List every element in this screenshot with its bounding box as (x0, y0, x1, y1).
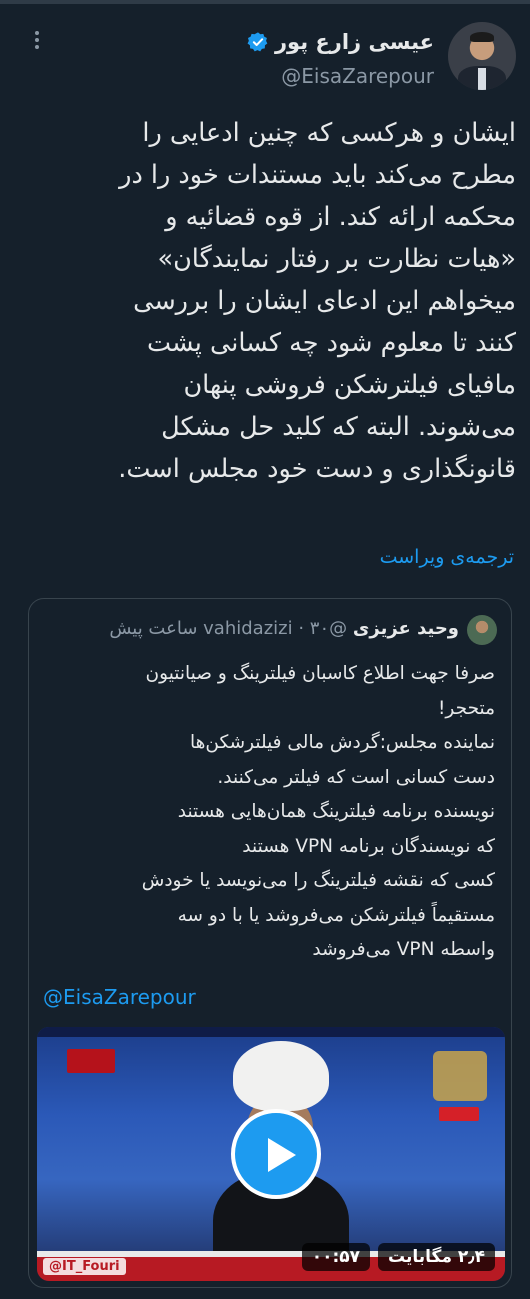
author-name-row: عیسی زارع پور (247, 30, 434, 54)
play-icon (268, 1138, 296, 1172)
channel-logo-right (433, 1051, 487, 1101)
tweet-text: ایشان و هرکسی که چنین ادعایی را مطرح می‌… (118, 118, 516, 484)
quoted-tweet-card[interactable]: وحید عزیزی @vahidazizi · ۳۰ ساعت پیش صرف… (28, 598, 512, 1288)
more-dot (35, 38, 39, 42)
quoted-tweet-text: صرفا جهت اطلاع کاسبان فیلترینگ و صیانتیو… (141, 663, 495, 960)
video-size: ۲٫۴ مگابایت (378, 1243, 495, 1271)
author-avatar[interactable] (448, 22, 516, 90)
video-source-tag: @IT_Fouri (43, 1258, 126, 1275)
author-handle[interactable]: @EisaZarepour (281, 64, 434, 88)
quoted-tweet-header: وحید عزیزی @vahidazizi · ۳۰ ساعت پیش (43, 615, 497, 647)
video-duration: ۰۰:۵۷ (301, 1243, 371, 1271)
video-stats: ۲٫۴ مگابایت ۰۰:۵۷ (301, 1243, 495, 1271)
translate-link[interactable]: ترجمه‌ی ویراست (380, 546, 514, 568)
avatar-hair (470, 32, 494, 42)
avatar-shirt (478, 68, 486, 90)
more-dot (35, 31, 39, 35)
meta-separator: · (298, 618, 305, 639)
more-dot (35, 45, 39, 49)
quoted-author-name: وحید عزیزی (352, 618, 459, 639)
more-vertical-icon[interactable] (30, 28, 44, 54)
video-top-banner (37, 1027, 505, 1037)
author-display-name[interactable]: عیسی زارع پور (275, 30, 434, 54)
channel-logo-left (67, 1049, 115, 1073)
top-divider (0, 0, 530, 4)
live-badge (439, 1107, 479, 1121)
quoted-mention-link[interactable]: @EisaZarepour (43, 985, 196, 1009)
speaker-turban (233, 1041, 329, 1111)
verified-badge-icon (247, 32, 268, 52)
quoted-meta: وحید عزیزی @vahidazizi · ۳۰ ساعت پیش (43, 618, 459, 639)
video-player[interactable]: @IT_Fouri ۲٫۴ مگابایت ۰۰:۵۷ (37, 1027, 505, 1281)
quoted-author-avatar (467, 615, 497, 645)
tweet-header: عیسی زارع پور @EisaZarepour (0, 20, 530, 95)
play-button[interactable] (231, 1109, 321, 1199)
